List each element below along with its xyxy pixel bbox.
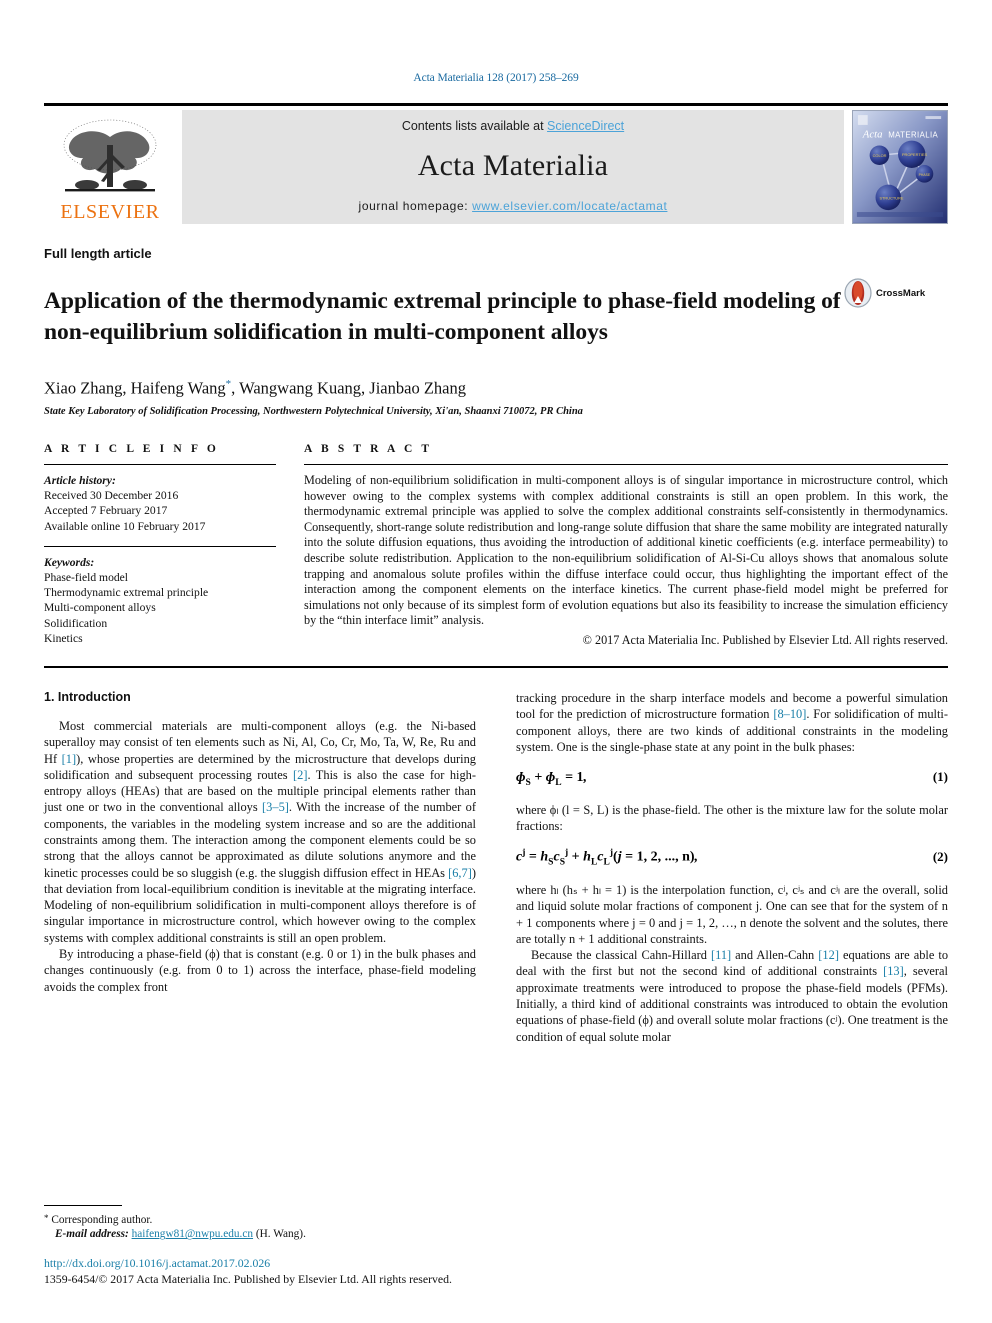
authors-part-1: Xiao Zhang, Haifeng Wang xyxy=(44,378,226,398)
journal-cover-thumbnail: Acta MATERIALIA COLOR PROPERTIES PHASE S… xyxy=(852,110,948,224)
keyword-item: Solidification xyxy=(44,616,108,630)
article-info-rule xyxy=(44,463,276,465)
citation-link[interactable]: [3–5] xyxy=(262,800,289,814)
journal-banner: ELSEVIER Contents lists available at Sci… xyxy=(44,103,948,224)
abstract-heading: A B S T R A C T xyxy=(304,442,433,455)
elsevier-logo: ELSEVIER xyxy=(44,110,176,224)
email-label: E-mail address: xyxy=(55,1228,129,1241)
citation-link[interactable]: [11] xyxy=(711,948,731,962)
paragraph-right-3: where hₗ (hₛ + hₗ = 1) is the interpolat… xyxy=(516,882,948,946)
svg-text:STRUCTURE: STRUCTURE xyxy=(879,195,903,200)
history-item: Received 30 December 2016 xyxy=(44,489,179,503)
doi-link[interactable]: http://dx.doi.org/10.1016/j.actamat.2017… xyxy=(44,1256,460,1271)
abstract-column: A B S T R A C T Modeling of non-equilibr… xyxy=(304,443,948,648)
abstract-text: Modeling of non-equilibrium solidificati… xyxy=(304,472,948,628)
paragraph-right-1: tracking procedure in the sharp interfac… xyxy=(516,690,948,755)
email-link[interactable]: haifengw81@nwpu.edu.cn xyxy=(132,1228,253,1240)
homepage-prefix: journal homepage: xyxy=(358,199,473,213)
paragraph-intro-1: Most commercial materials are multi-comp… xyxy=(44,718,476,946)
paragraph-intro-2: By introducing a phase-field (ϕ) that is… xyxy=(44,947,476,994)
abstract-bottom-rule xyxy=(44,665,948,668)
svg-text:Acta: Acta xyxy=(862,129,883,141)
keywords-block: Keywords: Phase-field model Thermodynami… xyxy=(44,555,276,646)
body-columns: 1. Introduction Most commercial material… xyxy=(44,690,948,1045)
keyword-item: Multi-component alloys xyxy=(44,601,156,615)
footnote-block: * Corresponding author. E-mail address: … xyxy=(44,1204,460,1287)
svg-text:COLOR: COLOR xyxy=(873,153,887,158)
keyword-item: Thermodynamic extremal principle xyxy=(44,586,209,600)
paragraph-right-2: where ϕₗ (l = S, L) is the phase-field. … xyxy=(516,802,948,834)
keyword-item: Phase-field model xyxy=(44,570,129,584)
section-heading-introduction: 1. Introduction xyxy=(44,689,131,704)
keywords-label: Keywords: xyxy=(44,555,95,569)
crossmark-label: CrossMark xyxy=(876,287,926,299)
elsevier-tree-icon xyxy=(63,119,157,192)
paragraph-right-4: Because the classical Cahn-Hillard [11] … xyxy=(516,947,948,1045)
svg-text:MATERIALIA: MATERIALIA xyxy=(888,131,938,140)
keyword-item: Kinetics xyxy=(44,631,83,645)
equation-1: ɸS + ɸL = 1, (1) xyxy=(516,769,948,788)
corresponding-author-note: * Corresponding author. xyxy=(44,1211,460,1228)
citation-link[interactable]: [1] xyxy=(62,752,76,766)
email-note: E-mail address: haifengw81@nwpu.edu.cn (… xyxy=(44,1227,460,1242)
svg-text:PROPERTIES: PROPERTIES xyxy=(902,152,928,157)
abstract-copyright: © 2017 Acta Materialia Inc. Published by… xyxy=(582,632,948,647)
issn-copyright-line: 1359-6454/© 2017 Acta Materialia Inc. Pu… xyxy=(44,1272,453,1286)
elsevier-wordmark: ELSEVIER xyxy=(60,201,160,223)
article-history-label: Article history: xyxy=(44,473,116,487)
sciencedirect-link[interactable]: ScienceDirect xyxy=(547,119,624,133)
equation-2: cj = hScSj + hLcLj(j = 1, 2, ..., n), (2… xyxy=(516,848,948,867)
article-type-label: Full length article xyxy=(44,246,152,261)
article-history-block: Article history: Received 30 December 20… xyxy=(44,473,276,534)
corresponding-author-text: Corresponding author. xyxy=(51,1213,153,1226)
text-run: Because the classical Cahn-Hillard xyxy=(531,948,711,963)
citation-link[interactable]: [2] xyxy=(293,768,307,782)
body-column-right: tracking procedure in the sharp interfac… xyxy=(516,690,948,1045)
equation-2-body: cj = hScSj + hLcLj(j = 1, 2, ..., n), xyxy=(516,848,699,868)
banner-top-rule xyxy=(44,103,948,106)
contents-prefix: Contents lists available at xyxy=(401,119,548,133)
article-info-column: A R T I C L E I N F O Article history: R… xyxy=(44,443,276,648)
citation-link[interactable]: [6,7] xyxy=(448,866,472,880)
keywords-rule xyxy=(44,545,276,547)
author-list: Xiao Zhang, Haifeng Wang*, Wangwang Kuan… xyxy=(44,378,948,399)
footnote-marker: * xyxy=(44,1212,49,1223)
journal-homepage-link[interactable]: www.elsevier.com/locate/actamat xyxy=(472,199,667,213)
citation-link[interactable]: [12] xyxy=(818,948,839,962)
equation-1-body: ɸS + ɸL = 1, xyxy=(516,770,588,788)
equation-1-number: (1) xyxy=(932,769,948,785)
page-title: Application of the thermodynamic extrema… xyxy=(44,287,841,345)
journal-title: Acta Materialia xyxy=(417,149,609,182)
body-column-left: 1. Introduction Most commercial material… xyxy=(44,690,476,1045)
running-head: Acta Materialia 128 (2017) 258–269 xyxy=(413,72,579,84)
citation-link[interactable]: [13] xyxy=(883,964,904,978)
cover-artwork: Acta MATERIALIA COLOR PROPERTIES PHASE S… xyxy=(853,111,947,223)
email-suffix: (H. Wang). xyxy=(253,1228,306,1241)
abstract-rule xyxy=(304,463,948,465)
history-item: Accepted 7 February 2017 xyxy=(44,504,168,518)
equation-2-number: (2) xyxy=(932,849,948,865)
journal-homepage-line: journal homepage: www.elsevier.com/locat… xyxy=(359,199,668,213)
contents-line: Contents lists available at ScienceDirec… xyxy=(402,119,624,133)
crossmark-icon xyxy=(844,278,872,308)
banner-center-panel: Contents lists available at ScienceDirec… xyxy=(182,110,844,224)
authors-part-2: , Wangwang Kuang, Jianbao Zhang xyxy=(231,378,466,398)
crossmark-badge[interactable]: CrossMark xyxy=(843,270,948,308)
svg-text:PHASE: PHASE xyxy=(919,173,931,177)
title-row: Application of the thermodynamic extrema… xyxy=(44,270,948,363)
info-abstract-block: A R T I C L E I N F O Article history: R… xyxy=(44,443,948,648)
article-info-heading: A R T I C L E I N F O xyxy=(44,442,219,455)
history-item: Available online 10 February 2017 xyxy=(44,519,206,533)
text-run: and Allen-Cahn xyxy=(731,948,819,963)
citation-link[interactable]: [8–10] xyxy=(773,707,806,721)
footnote-rule xyxy=(44,1204,122,1206)
article-page: Acta Materialia 128 (2017) 258–269 ELSEV… xyxy=(0,0,992,1323)
affiliation: State Key Laboratory of Solidification P… xyxy=(44,405,583,417)
